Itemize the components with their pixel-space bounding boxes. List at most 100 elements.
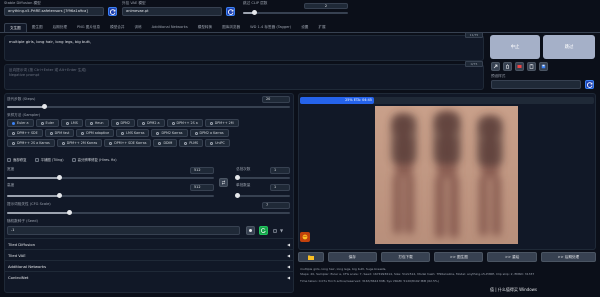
refresh-styles-button[interactable] [585,80,594,89]
save-style-button[interactable] [539,62,548,71]
tab-settings[interactable]: 设置 [296,23,313,32]
width-value[interactable]: 512 [190,167,214,174]
accordion-controlnet[interactable]: ControlNet ◀ [4,271,294,282]
sampler-option[interactable]: DPM++ SDE Karras [104,139,152,147]
radio-dot [115,121,119,125]
sampler-label: 采样方法 (Sampler) [7,113,41,117]
hires-fix-checkbox[interactable]: 高分辨率修复 (Hires. fix) [71,157,117,162]
radio-dot [171,121,175,125]
tab-checkpoint-merger[interactable]: 模型合并 [105,23,129,32]
sampler-option[interactable]: LMS Karras [116,129,150,137]
clip-skip-knob[interactable] [252,10,257,15]
open-folder-button[interactable] [298,252,324,262]
tab-train[interactable]: 训练 [129,23,146,32]
checkpoint-label: Stable Diffusion 模型 [4,1,41,5]
sampler-option[interactable]: DPM++ 2S a [166,119,203,127]
swap-dimensions-button[interactable] [219,178,228,187]
accordion-list: Tiled Diffusion ◀ Tiled VAE ◀ Additional N… [4,238,294,282]
accordion-additional-networks[interactable]: Additional Networks ◀ [4,260,294,271]
steps-value[interactable]: 20 [262,96,290,103]
radio-dot [61,141,65,145]
sampler-option[interactable]: DPM fast [44,129,75,137]
sampler-option[interactable]: DPM++ 2M [204,119,239,127]
sampler-option[interactable]: DDIM [153,139,178,147]
tab-extras[interactable]: 后期处理 [48,23,72,32]
apply-style-button[interactable] [527,62,536,71]
refresh-vae-button[interactable] [226,7,235,16]
negative-prompt-input[interactable]: 反向提示词 (按 Ctrl+Enter 或 Alt+Enter 生成) Nega… [4,64,484,90]
tab-txt2img[interactable]: 文生图 [4,23,27,32]
steps-slider[interactable] [7,106,290,108]
sampler-option[interactable]: Euler a [7,119,34,127]
tab-tagger[interactable]: WD 1.4 标签器 (Tagger) [245,23,296,32]
width-knob[interactable] [56,175,62,180]
sampler-option-label: DDIM [163,141,173,145]
batch-size-slider[interactable] [236,195,290,197]
clear-prompt-button[interactable] [503,62,512,71]
batch-count-slider[interactable] [236,177,290,179]
restore-faces-checkbox[interactable]: 面部修复 [7,157,27,162]
refresh-checkpoint-button[interactable] [108,7,117,16]
tab-img2img[interactable]: 图生图 [27,23,48,32]
cfg-knob[interactable] [66,210,72,215]
refresh-icon [109,8,116,15]
steps-fill [7,106,44,108]
extra-seed-toggle-icon[interactable]: ▼ [280,228,283,233]
accordion-title: Tiled Diffusion [8,241,36,247]
tab-png-info[interactable]: PNG 图片信息 [72,23,105,32]
sampler-option[interactable]: UniPC [205,139,230,147]
accordion-tiled-vae[interactable]: Tiled VAE ◀ [4,249,294,260]
tab-model-convert[interactable]: 模型转换 [193,23,217,32]
sampler-option[interactable]: Heun [84,119,109,127]
seed-input[interactable]: -1 [7,226,240,235]
extra-seed-checkbox[interactable] [273,229,277,233]
sampler-option-label: DPM++ SDE Karras [114,141,147,145]
save-button[interactable]: 保存 [327,252,377,262]
sampler-option[interactable]: DPM++ 2S a Karras [7,139,55,147]
sampler-option[interactable]: DPM2 a [136,119,165,127]
refresh-icon [586,81,593,88]
tab-image-browser[interactable]: 图库浏览器 [217,23,245,32]
random-seed-button[interactable] [246,226,255,235]
zip-download-button[interactable]: 打包下载 [380,252,431,262]
tab-additional-networks[interactable]: Additional Networks [147,23,193,32]
preview-image[interactable] [375,106,518,244]
tab-extensions[interactable]: 扩展 [313,23,330,32]
sampler-option-label: DPM++ 2M Karras [66,141,98,145]
clip-skip-value[interactable]: 2 [304,3,348,9]
send-to-img2img-button[interactable]: >> 图生图 [434,252,484,262]
radio-dot [158,141,162,145]
positive-prompt-input[interactable]: multiple girls, long hair, long legs, bi… [4,35,484,61]
interrupt-button[interactable]: 中止 [490,35,540,59]
cfg-value[interactable]: 7 [262,202,290,209]
sampler-option[interactable]: PLMS [179,139,204,147]
steps-knob[interactable] [41,104,47,109]
sampler-option[interactable]: DPM2 Karras [151,129,188,137]
height-value[interactable]: 512 [190,184,214,191]
sampler-option[interactable]: DPM adaptive [76,129,115,137]
reuse-seed-button[interactable] [259,226,268,235]
tiling-checkbox[interactable]: 平铺图 (Tiling) [34,157,64,162]
sampler-option[interactable]: DPM++ 2M Karras [56,139,103,147]
height-knob[interactable] [56,193,62,198]
styles-select[interactable] [491,80,581,89]
accordion-tiled-diffusion[interactable]: Tiled Diffusion ◀ [4,238,294,249]
sampler-option[interactable]: Euler [35,119,60,127]
paste-params-button[interactable] [491,62,500,71]
skip-button[interactable]: 跳过 [543,35,595,59]
batch-size-value[interactable]: 1 [270,184,290,191]
checkpoint-select[interactable]: anything-v5-PrtRE.safetensors [7f96a1a9c… [4,7,104,16]
image-info-badge[interactable] [300,232,310,242]
sampler-option[interactable]: DPM2 [110,119,135,127]
batch-count-knob[interactable] [235,175,240,180]
batch-count-value[interactable]: 1 [270,167,290,174]
clip-skip-slider[interactable] [243,12,348,14]
extra-networks-button[interactable] [515,62,524,71]
send-to-inpaint-button[interactable]: >> 重绘 [487,252,537,262]
sampler-option[interactable]: DPM++ SDE [7,129,43,137]
vae-select[interactable]: animevae.pt [122,7,222,16]
send-to-extras-button[interactable]: >> 后期处理 [540,252,596,262]
sampler-option[interactable]: LMS [61,119,83,127]
batch-size-knob[interactable] [235,193,240,198]
sampler-option[interactable]: DPM2 a Karras [189,129,229,137]
